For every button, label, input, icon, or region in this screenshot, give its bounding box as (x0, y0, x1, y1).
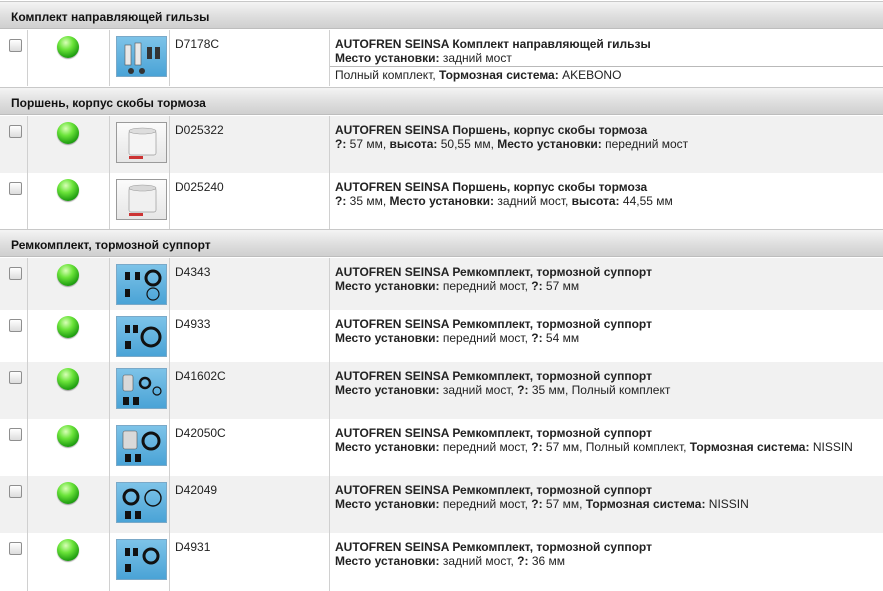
product-code[interactable]: D41602C (170, 362, 330, 419)
product-title[interactable]: AUTOFREN SEINSA Поршень, корпус скобы то… (335, 123, 883, 137)
group-header-guide-sleeve-kit: Комплект направляющей гильзы (0, 1, 883, 29)
product-attributes: Место установки: передний мост, ?: 57 мм… (335, 440, 853, 454)
product-description: AUTOFREN SEINSA Комплект направляющей ги… (330, 30, 883, 86)
product-title[interactable]: AUTOFREN SEINSA Ремкомплект, тормозной с… (335, 426, 883, 440)
availability-green-icon (57, 482, 79, 504)
product-attributes-extra: Полный комплект, Тормозная система: AKEB… (335, 68, 622, 82)
product-code[interactable]: D4933 (170, 310, 330, 362)
product-description: AUTOFREN SEINSA Ремкомплект, тормозной с… (330, 310, 883, 362)
product-title[interactable]: AUTOFREN SEINSA Комплект направляющей ги… (335, 37, 883, 51)
table-row[interactable]: D4343 AUTOFREN SEINSA Ремкомплект, тормо… (0, 258, 883, 310)
group-title: Ремкомплект, тормозной суппорт (11, 238, 211, 252)
availability-green-icon (57, 316, 79, 338)
product-code[interactable]: D42050C (170, 419, 330, 476)
select-checkbox[interactable] (9, 39, 22, 52)
select-checkbox[interactable] (9, 319, 22, 332)
product-description: AUTOFREN SEINSA Ремкомплект, тормозной с… (330, 533, 883, 591)
product-title[interactable]: AUTOFREN SEINSA Ремкомплект, тормозной с… (335, 369, 883, 383)
product-code[interactable]: D42049 (170, 476, 330, 533)
product-thumbnail[interactable] (116, 179, 167, 220)
select-checkbox[interactable] (9, 267, 22, 280)
product-description: AUTOFREN SEINSA Ремкомплект, тормозной с… (330, 362, 883, 419)
group-title: Поршень, корпус скобы тормоза (11, 96, 206, 110)
select-checkbox[interactable] (9, 371, 22, 384)
product-attributes: ?: 35 мм, Место установки: задний мост, … (335, 194, 673, 208)
availability-green-icon (57, 539, 79, 561)
product-code[interactable]: D025322 (170, 116, 330, 173)
product-description: AUTOFREN SEINSA Поршень, корпус скобы то… (330, 173, 883, 230)
table-row[interactable]: D025322 AUTOFREN SEINSA Поршень, корпус … (0, 116, 883, 173)
product-title[interactable]: AUTOFREN SEINSA Ремкомплект, тормозной с… (335, 317, 883, 331)
availability-green-icon (57, 179, 79, 201)
product-thumbnail[interactable] (116, 122, 167, 163)
product-attributes: Место установки: задний мост (335, 51, 512, 65)
product-title[interactable]: AUTOFREN SEINSA Ремкомплект, тормозной с… (335, 540, 883, 554)
availability-green-icon (57, 425, 79, 447)
product-description: AUTOFREN SEINSA Ремкомплект, тормозной с… (330, 476, 883, 533)
product-thumbnail[interactable] (116, 264, 167, 305)
availability-green-icon (57, 264, 79, 286)
select-checkbox[interactable] (9, 125, 22, 138)
select-checkbox[interactable] (9, 542, 22, 555)
table-row[interactable]: D42050C AUTOFREN SEINSA Ремкомплект, тор… (0, 419, 883, 476)
product-description: AUTOFREN SEINSA Ремкомплект, тормозной с… (330, 419, 883, 476)
availability-green-icon (57, 36, 79, 58)
product-thumbnail[interactable] (116, 316, 167, 357)
select-checkbox[interactable] (9, 182, 22, 195)
product-attributes: ?: 57 мм, высота: 50,55 мм, Место устано… (335, 137, 689, 151)
product-attributes: Место установки: задний мост, ?: 35 мм, … (335, 383, 671, 397)
product-description: AUTOFREN SEINSA Поршень, корпус скобы то… (330, 116, 883, 173)
product-attributes: Место установки: передний мост, ?: 57 мм… (335, 497, 749, 511)
product-thumbnail[interactable] (116, 425, 167, 466)
table-row[interactable]: D42049 AUTOFREN SEINSA Ремкомплект, торм… (0, 476, 883, 533)
product-thumbnail[interactable] (116, 368, 167, 409)
product-description: AUTOFREN SEINSA Ремкомплект, тормозной с… (330, 258, 883, 310)
product-title[interactable]: AUTOFREN SEINSA Поршень, корпус скобы то… (335, 180, 883, 194)
product-code[interactable]: D7178C (170, 30, 330, 86)
product-attributes: Место установки: задний мост, ?: 36 мм (335, 554, 565, 568)
table-row[interactable]: D7178C AUTOFREN SEINSA Комплект направля… (0, 30, 883, 86)
availability-green-icon (57, 122, 79, 144)
availability-green-icon (57, 368, 79, 390)
product-attributes: Место установки: передний мост, ?: 54 мм (335, 331, 580, 345)
product-thumbnail[interactable] (116, 539, 167, 580)
product-code[interactable]: D025240 (170, 173, 330, 230)
table-row[interactable]: D4933 AUTOFREN SEINSA Ремкомплект, тормо… (0, 310, 883, 362)
select-checkbox[interactable] (9, 428, 22, 441)
table-row[interactable]: D41602C AUTOFREN SEINSA Ремкомплект, тор… (0, 362, 883, 419)
product-title[interactable]: AUTOFREN SEINSA Ремкомплект, тормозной с… (335, 483, 883, 497)
product-code[interactable]: D4931 (170, 533, 330, 591)
product-title[interactable]: AUTOFREN SEINSA Ремкомплект, тормозной с… (335, 265, 883, 279)
product-thumbnail[interactable] (116, 482, 167, 523)
product-code[interactable]: D4343 (170, 258, 330, 310)
table-row[interactable]: D025240 AUTOFREN SEINSA Поршень, корпус … (0, 173, 883, 230)
group-header-piston: Поршень, корпус скобы тормоза (0, 87, 883, 115)
product-attributes: Место установки: передний мост, ?: 57 мм (335, 279, 580, 293)
table-row[interactable]: D4931 AUTOFREN SEINSA Ремкомплект, тормо… (0, 533, 883, 591)
group-header-repair-kit: Ремкомплект, тормозной суппорт (0, 229, 883, 257)
select-checkbox[interactable] (9, 485, 22, 498)
product-thumbnail[interactable] (116, 36, 167, 77)
group-title: Комплект направляющей гильзы (11, 10, 210, 24)
divider (330, 66, 883, 67)
